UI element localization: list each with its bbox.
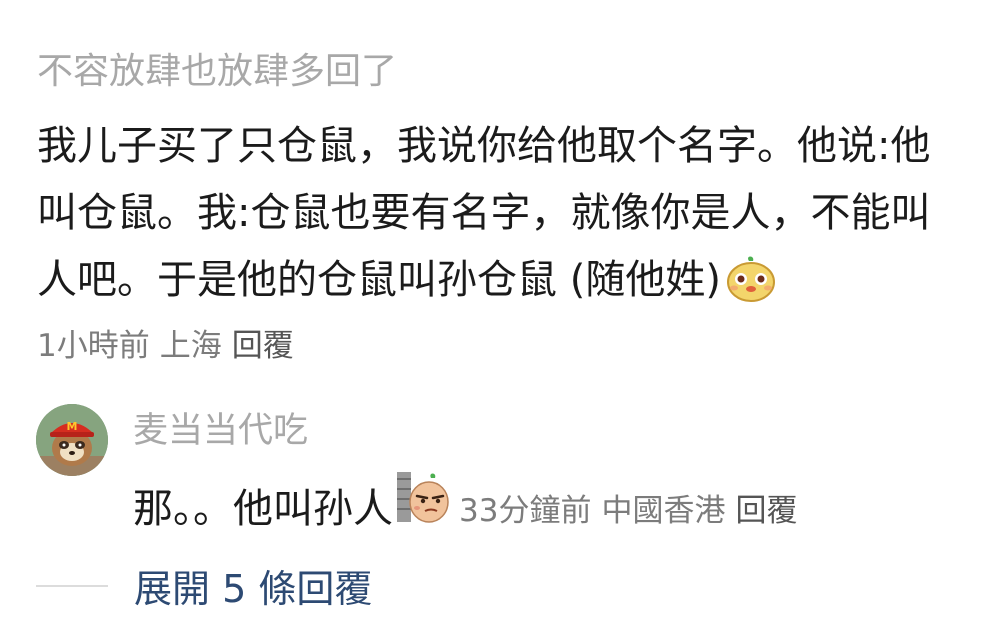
comment-meta: 1小時前 上海 回覆 xyxy=(37,320,294,365)
reply-text: 那。。他叫孙人 xyxy=(133,486,393,532)
hamster-face-emoji-icon xyxy=(725,253,777,324)
reply-username[interactable]: 麦当当代吃 xyxy=(133,414,308,449)
comment-reply-button[interactable]: 回覆 xyxy=(232,328,294,364)
raccoon-mcdonalds-cap-avatar-icon: M xyxy=(36,404,108,476)
comment-text: 我儿子买了只仓鼠，我说你给他取个名字。他说:他叫仓鼠。我:仓鼠也要有名字，就像你… xyxy=(37,123,931,303)
reply-time: 33分鐘前 xyxy=(459,493,592,529)
comment-username[interactable]: 不容放肆也放肆多回了 xyxy=(37,54,397,90)
reply-location: 中國香港 xyxy=(601,493,726,529)
reply-reply-button[interactable]: 回覆 xyxy=(735,493,797,529)
reply-body: 那。。他叫孙人 33分鐘前 中國香港 回覆 xyxy=(133,470,797,534)
peeking-behind-wall-emoji-icon xyxy=(395,470,453,534)
expand-replies-button[interactable]: 展開 5 條回覆 xyxy=(134,558,372,613)
expand-replies-row[interactable]: 展開 5 條回覆 xyxy=(36,558,372,613)
svg-text:M: M xyxy=(67,420,78,433)
reply-meta: 33分鐘前 中國香港 回覆 xyxy=(459,485,797,534)
reply-avatar[interactable]: M xyxy=(36,404,108,476)
comment-time: 1小時前 xyxy=(37,328,150,364)
comment-body: 我儿子买了只仓鼠，我说你给他取个名字。他说:他叫仓鼠。我:仓鼠也要有名字，就像你… xyxy=(37,113,967,324)
expand-divider xyxy=(36,584,108,587)
comment-location: 上海 xyxy=(159,328,222,364)
